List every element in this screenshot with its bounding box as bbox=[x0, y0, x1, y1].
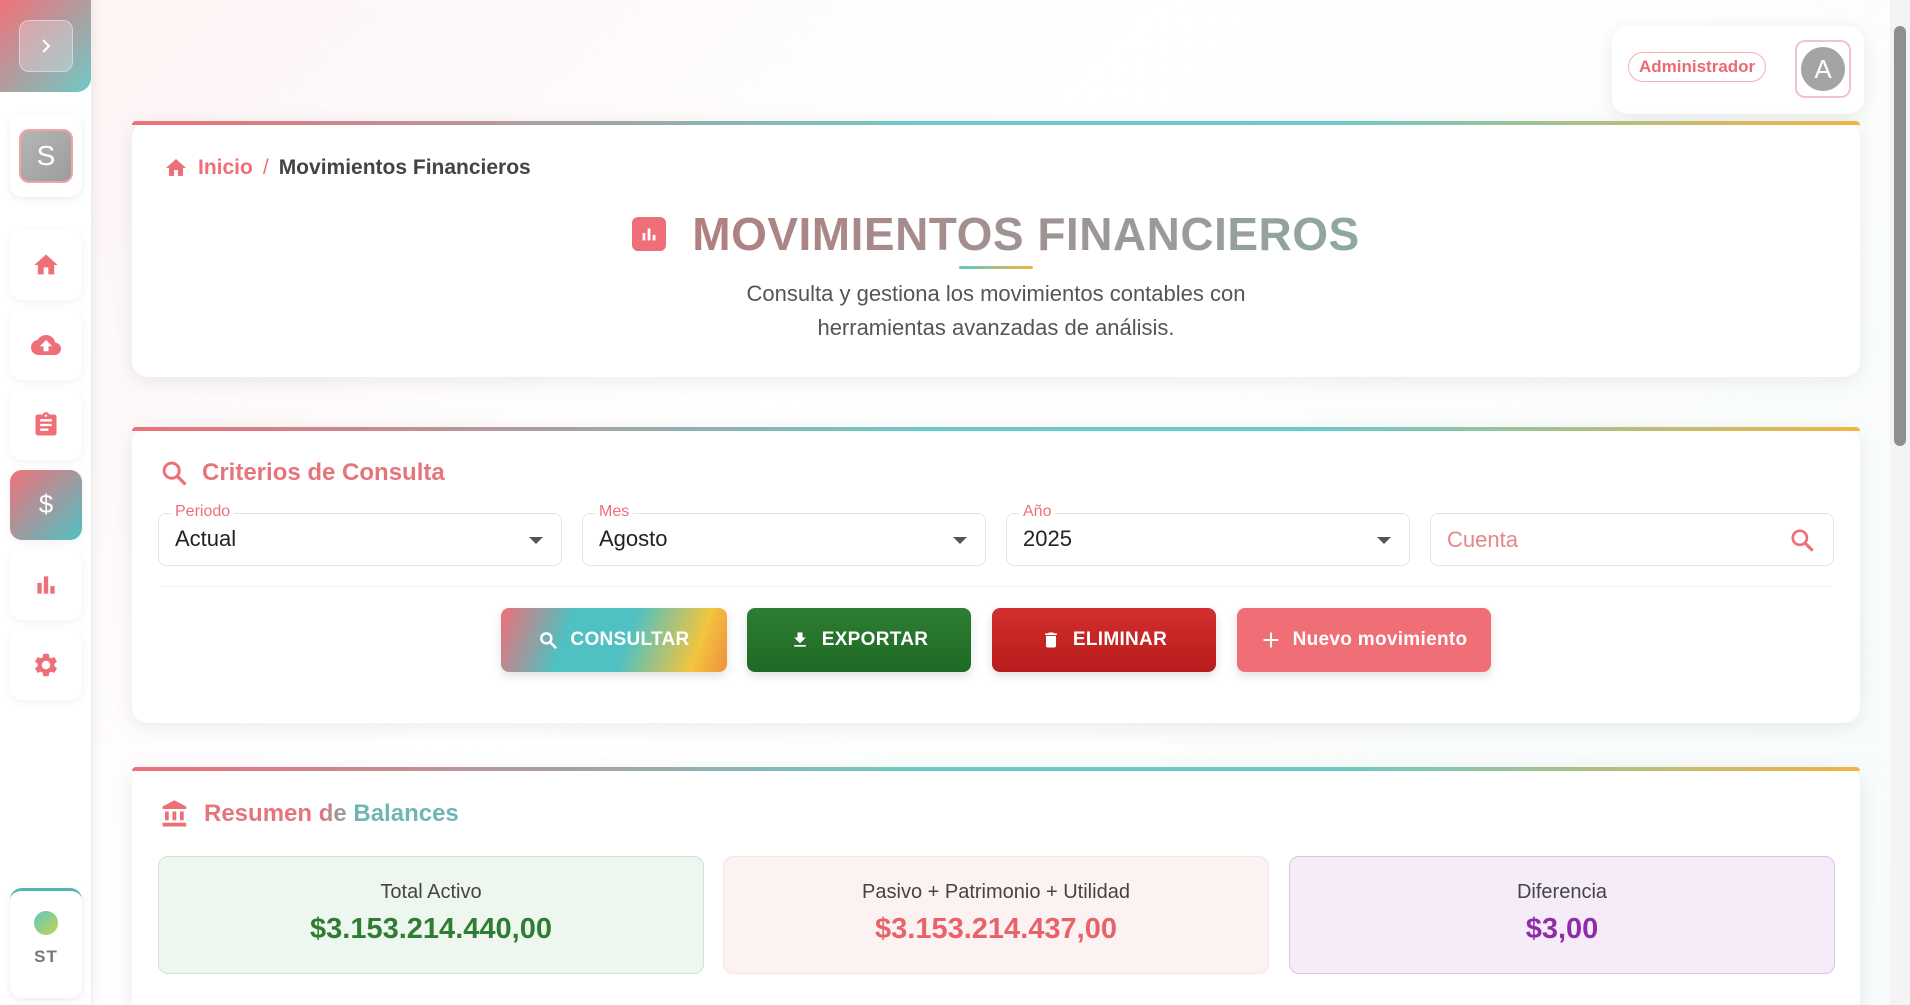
svg-text:$: $ bbox=[39, 491, 53, 519]
title-underline bbox=[959, 266, 1033, 269]
page-scrollbar[interactable] bbox=[1890, 0, 1910, 1005]
plus-icon bbox=[1262, 632, 1279, 648]
page-title: MOVIMIENTOS FINANCIEROS bbox=[692, 208, 1360, 260]
divider bbox=[160, 586, 1832, 587]
title-row: MOVIMIENTOS FINANCIEROS bbox=[132, 207, 1860, 261]
criteria-card: Criterios de Consulta Periodo Actual Mes… bbox=[132, 427, 1860, 723]
total-activo-label: Total Activo bbox=[380, 881, 482, 903]
diferencia-box: Diferencia $3,00 bbox=[1289, 856, 1835, 974]
scrollbar-thumb[interactable] bbox=[1894, 26, 1906, 446]
anio-select[interactable]: Año 2025 bbox=[1006, 503, 1410, 566]
card-accent-line bbox=[132, 427, 1860, 431]
sidebar-item-reports[interactable] bbox=[10, 550, 82, 620]
eliminar-label: ELIMINAR bbox=[1072, 629, 1168, 650]
exportar-button[interactable]: EXPORTAR bbox=[747, 608, 971, 672]
total-activo-value: $3.153.214.440,00 bbox=[310, 913, 552, 945]
periodo-select[interactable]: Periodo Actual bbox=[158, 503, 562, 566]
caret-down-icon bbox=[953, 537, 967, 544]
sidebar-item-settings[interactable] bbox=[10, 630, 82, 700]
total-activo-box: Total Activo $3.153.214.440,00 bbox=[158, 856, 704, 974]
cloud-upload-icon bbox=[31, 335, 61, 355]
chevron-right-icon bbox=[42, 39, 51, 53]
user-menu[interactable]: Administrador A bbox=[1612, 26, 1864, 114]
breadcrumb-separator: / bbox=[262, 156, 269, 179]
sidebar-avatar[interactable]: S bbox=[10, 115, 82, 197]
breadcrumb-current: Movimientos Financieros bbox=[278, 156, 531, 179]
gear-icon bbox=[35, 653, 57, 677]
anio-label: Año bbox=[1019, 503, 1056, 521]
nuevo-movimiento-button[interactable]: Nuevo movimiento bbox=[1237, 608, 1491, 672]
trash-icon bbox=[1045, 632, 1057, 648]
card-accent-line bbox=[132, 121, 1860, 125]
caret-down-icon bbox=[529, 537, 543, 544]
cuenta-field[interactable] bbox=[1430, 513, 1834, 566]
download-icon bbox=[793, 632, 806, 647]
home-icon bbox=[166, 159, 186, 176]
sidebar-item-assignment[interactable] bbox=[10, 390, 82, 460]
breadcrumb-home-link[interactable]: Inicio bbox=[198, 156, 253, 180]
criteria-title: Criterios de Consulta bbox=[160, 459, 445, 487]
home-icon bbox=[34, 254, 58, 275]
periodo-value: Actual bbox=[175, 526, 237, 551]
search-icon[interactable] bbox=[1789, 527, 1815, 553]
sidebar-footer[interactable]: ST bbox=[10, 888, 82, 998]
pasivo-patrimonio-label: Pasivo + Patrimonio + Utilidad bbox=[862, 881, 1130, 903]
cuenta-input[interactable] bbox=[1447, 524, 1777, 556]
card-accent-line bbox=[132, 767, 1860, 771]
dollar-icon: $ bbox=[39, 491, 53, 519]
pasivo-patrimonio-value: $3.153.214.437,00 bbox=[875, 913, 1117, 945]
sidebar: S $ ST bbox=[0, 0, 92, 1005]
search-icon bbox=[162, 461, 187, 486]
bar-chart-icon bbox=[37, 576, 55, 594]
user-avatar-letter: A bbox=[1801, 47, 1845, 91]
balance-title-text: Resumen de Balances bbox=[204, 800, 459, 827]
bar-chart-icon bbox=[632, 217, 667, 251]
clipboard-icon bbox=[35, 412, 57, 436]
user-avatar[interactable]: A bbox=[1795, 40, 1851, 98]
balance-summary-card: Resumen de Balances Total Activo $3.153.… bbox=[132, 767, 1860, 1005]
sidebar-header bbox=[0, 0, 91, 92]
periodo-label: Periodo bbox=[171, 503, 235, 521]
pasivo-patrimonio-box: Pasivo + Patrimonio + Utilidad $3.153.21… bbox=[723, 856, 1269, 974]
page-header-card: Inicio / Movimientos Financieros MOVIMIE… bbox=[132, 121, 1860, 377]
criteria-title-text: Criterios de Consulta bbox=[202, 459, 445, 486]
mes-value: Agosto bbox=[599, 526, 668, 551]
sidebar-item-home[interactable] bbox=[10, 230, 82, 300]
status-indicator bbox=[34, 911, 58, 935]
breadcrumb: Inicio / Movimientos Financieros bbox=[164, 156, 531, 180]
nuevo-movimiento-label: Nuevo movimiento bbox=[1292, 629, 1468, 650]
balance-title: Resumen de Balances bbox=[160, 799, 459, 829]
diferencia-label: Diferencia bbox=[1516, 881, 1608, 903]
sidebar-toggle-button[interactable] bbox=[19, 20, 73, 72]
search-icon bbox=[540, 632, 558, 649]
role-badge: Administrador bbox=[1628, 52, 1767, 82]
anio-value: 2025 bbox=[1023, 526, 1072, 551]
exportar-label: EXPORTAR bbox=[821, 629, 929, 650]
eliminar-button[interactable]: ELIMINAR bbox=[992, 608, 1216, 672]
sidebar-item-upload[interactable] bbox=[10, 310, 82, 380]
mes-select[interactable]: Mes Agosto bbox=[582, 503, 986, 566]
sidebar-footer-label: ST bbox=[34, 947, 58, 966]
consultar-button[interactable]: CONSULTAR bbox=[501, 608, 727, 672]
sidebar-item-finance[interactable]: $ bbox=[10, 470, 82, 540]
page-subtitle: Consulta y gestiona los movimientos cont… bbox=[746, 281, 1246, 340]
consultar-label: CONSULTAR bbox=[570, 629, 690, 650]
caret-down-icon bbox=[1377, 537, 1391, 544]
diferencia-value: $3,00 bbox=[1525, 913, 1599, 945]
mes-label: Mes bbox=[595, 503, 634, 521]
sidebar-avatar-letter: S bbox=[19, 129, 73, 183]
bank-icon bbox=[162, 800, 187, 827]
